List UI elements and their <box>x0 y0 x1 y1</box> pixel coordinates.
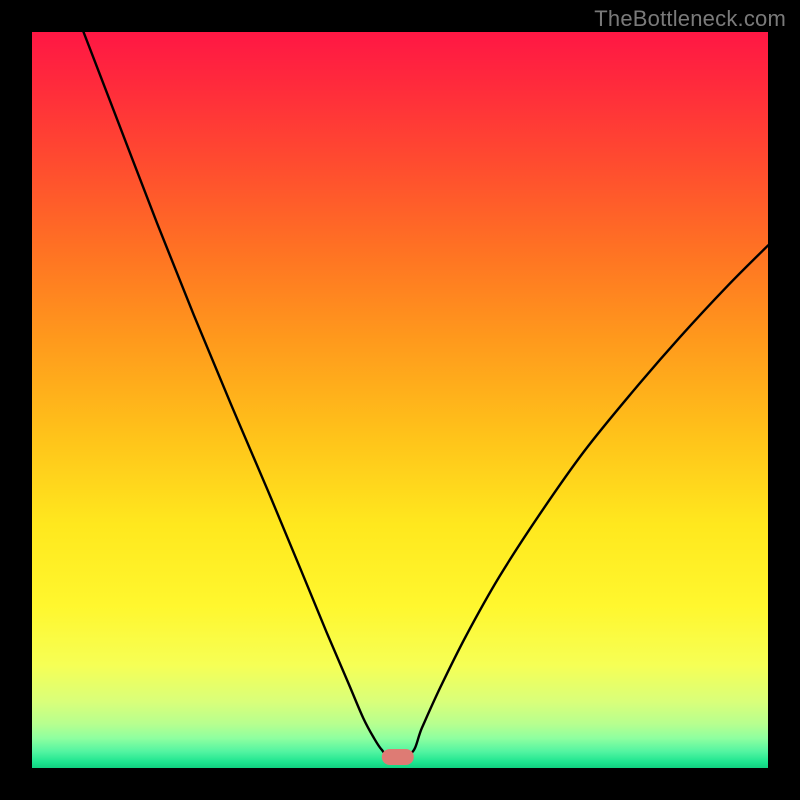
watermark-label: TheBottleneck.com <box>594 6 786 32</box>
bottleneck-plot <box>32 32 768 768</box>
gradient-background <box>32 32 768 768</box>
chart-container: TheBottleneck.com <box>0 0 800 800</box>
optimal-marker <box>382 749 414 765</box>
